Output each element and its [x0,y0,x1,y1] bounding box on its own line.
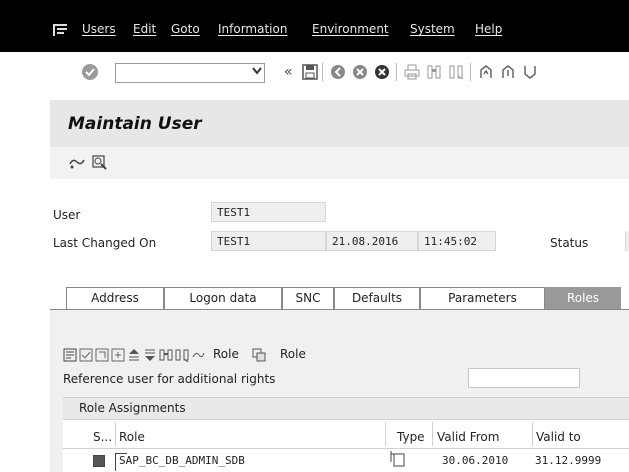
reference-user-input[interactable] [468,368,580,388]
last-changed-label: Last Changed On [53,236,157,250]
save-icon[interactable] [302,64,318,80]
column-separator [432,422,433,446]
application-toolbar [50,147,629,179]
last-changed-time-field: 11:45:02 [418,231,496,251]
enter-check-icon[interactable] [82,64,98,80]
row-valid-from[interactable]: 30.06.2010 [442,454,508,467]
next-page-icon[interactable] [522,64,538,80]
status-field [625,231,629,251]
col-role[interactable]: Role [119,430,145,444]
col-type[interactable]: Type [397,430,425,444]
insert-row-icon[interactable] [111,348,125,362]
menu-goto[interactable]: Goto [171,22,200,36]
command-field[interactable] [115,63,265,83]
role-button-1[interactable]: Role [213,347,239,361]
back-icon[interactable] [330,64,346,80]
menu-bar: Users Edit Goto Information Environment … [0,0,629,52]
chevron-down-icon[interactable] [252,67,262,75]
last-changed-by-field: TEST1 [211,231,326,251]
status-label: Status [550,236,589,250]
row-status-checkbox[interactable] [93,455,105,467]
menu-system[interactable]: System [410,22,455,36]
find-icon[interactable] [159,348,173,362]
row-role[interactable]: SAP_BC_DB_ADMIN_SDB [119,454,245,467]
column-separator [385,422,386,446]
exit-icon[interactable] [352,64,368,80]
tab-logon-data[interactable]: Logon data [164,287,282,309]
search-icon[interactable] [92,155,108,171]
sort-ascending-icon[interactable] [127,348,141,362]
link-icon[interactable] [191,348,205,362]
column-separator [532,422,533,446]
page-title: Maintain User [68,114,202,134]
tab-defaults[interactable]: Defaults [334,287,420,309]
menu-users[interactable]: Users [82,22,116,36]
col-status[interactable]: S... [93,430,112,444]
select-all-icon[interactable] [79,348,93,362]
col-valid-to[interactable]: Valid to [536,430,581,444]
user-field: TEST1 [211,202,326,222]
print-icon[interactable] [404,64,420,80]
deselect-all-icon[interactable] [95,348,109,362]
role-type-icon [390,451,405,467]
toolbar-separator [470,63,471,81]
tab-roles[interactable]: Roles [545,287,621,309]
menu-environment[interactable]: Environment [312,22,389,36]
role-copy-icon[interactable] [252,348,266,362]
toolbar-separator [396,63,397,81]
column-separator [115,422,116,446]
tab-parameters[interactable]: Parameters [420,287,545,309]
menu-help[interactable]: Help [475,22,502,36]
previous-page-icon[interactable] [500,64,516,80]
row-valid-to[interactable]: 31.12.9999 [535,454,601,467]
menu-edit[interactable]: Edit [133,22,156,36]
role-assignments-title: Role Assignments [79,401,186,415]
last-changed-date-field: 21.08.2016 [326,231,418,251]
tab-snc[interactable]: SNC [282,287,334,309]
find-icon[interactable] [426,64,442,80]
find-next-icon[interactable] [175,348,189,362]
tab-address[interactable]: Address [66,287,164,309]
role-button-2[interactable]: Role [280,347,306,361]
cancel-icon[interactable] [374,64,390,80]
menu-icon[interactable] [53,24,67,36]
reference-user-label: Reference user for additional rights [63,372,276,386]
details-icon[interactable] [63,348,77,362]
user-label: User [53,208,81,222]
find-next-icon[interactable] [448,64,464,80]
col-valid-from[interactable]: Valid From [437,430,499,444]
toolbar-separator [322,63,323,81]
display-change-icon[interactable] [68,156,86,170]
first-page-icon[interactable] [478,64,494,80]
history-back-button[interactable]: « [284,64,293,80]
sort-descending-icon[interactable] [143,348,157,362]
menu-information[interactable]: Information [218,22,287,36]
